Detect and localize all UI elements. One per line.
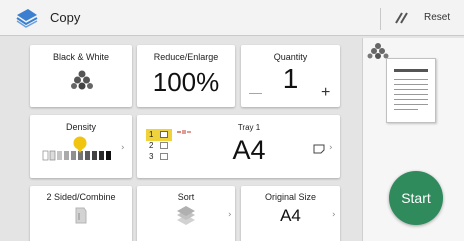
density-chevron-icon: › [121, 143, 125, 153]
original-size-label: Original Size [264, 192, 317, 202]
duplex-icon [75, 207, 87, 224]
sort-icon [177, 206, 195, 225]
tray-number-3: 3 [149, 152, 154, 161]
preview-page [386, 58, 436, 123]
duplex-combine-tile[interactable]: 2 Sided/Combine [30, 186, 132, 241]
tray-stack-icon: 1 2 3 [146, 129, 172, 165]
original-size-tile[interactable]: Original Size A4 › [241, 186, 340, 241]
black-white-icon [71, 70, 93, 90]
copy-app-icon [16, 9, 38, 28]
paper-size-value: A4 [232, 135, 266, 165]
density-scale [42, 136, 111, 161]
tray-number-1: 1 [149, 130, 154, 139]
preview-header-line [394, 69, 428, 72]
quantity-increase-button[interactable]: + [321, 84, 330, 102]
paper-select-tile[interactable]: 1 2 3 Tray 1 A4 › [137, 115, 340, 178]
original-size-value: A4 [280, 206, 301, 225]
header-bar: Copy Reset [0, 0, 464, 36]
reset-icon[interactable] [394, 11, 410, 25]
duplex-combine-label: 2 Sided/Combine [46, 192, 116, 202]
color-mode-label: Black & White [52, 52, 110, 62]
density-label: Density [65, 122, 96, 132]
tray-number-2: 2 [149, 141, 154, 150]
paper-feed-icon [177, 130, 191, 134]
paper-orientation-icon [313, 144, 325, 154]
sort-chevron-icon: › [228, 210, 232, 220]
color-mode-tile[interactable]: Black & White [30, 45, 132, 107]
reduce-enlarge-label: Reduce/Enlarge [153, 52, 219, 62]
paper-tray-label: Tray 1 [237, 123, 261, 132]
quantity-label: Quantity [273, 52, 308, 62]
reset-button[interactable]: Reset [424, 12, 450, 23]
sort-label: Sort [177, 192, 195, 202]
original-size-chevron-icon: › [332, 210, 336, 220]
start-button[interactable]: Start [389, 171, 443, 225]
reduce-enlarge-tile[interactable]: Reduce/Enlarge 100% [137, 45, 235, 107]
reduce-enlarge-value: 100% [152, 67, 220, 97]
sort-tile[interactable]: Sort › [137, 186, 235, 241]
quantity-tile[interactable]: Quantity 1 — + [241, 45, 340, 107]
density-tile[interactable]: Density › [30, 115, 132, 178]
quantity-decrease-button[interactable]: — [249, 85, 262, 100]
paper-chevron-icon: › [329, 143, 333, 153]
header-divider [380, 8, 381, 30]
app-title: Copy [50, 10, 81, 25]
